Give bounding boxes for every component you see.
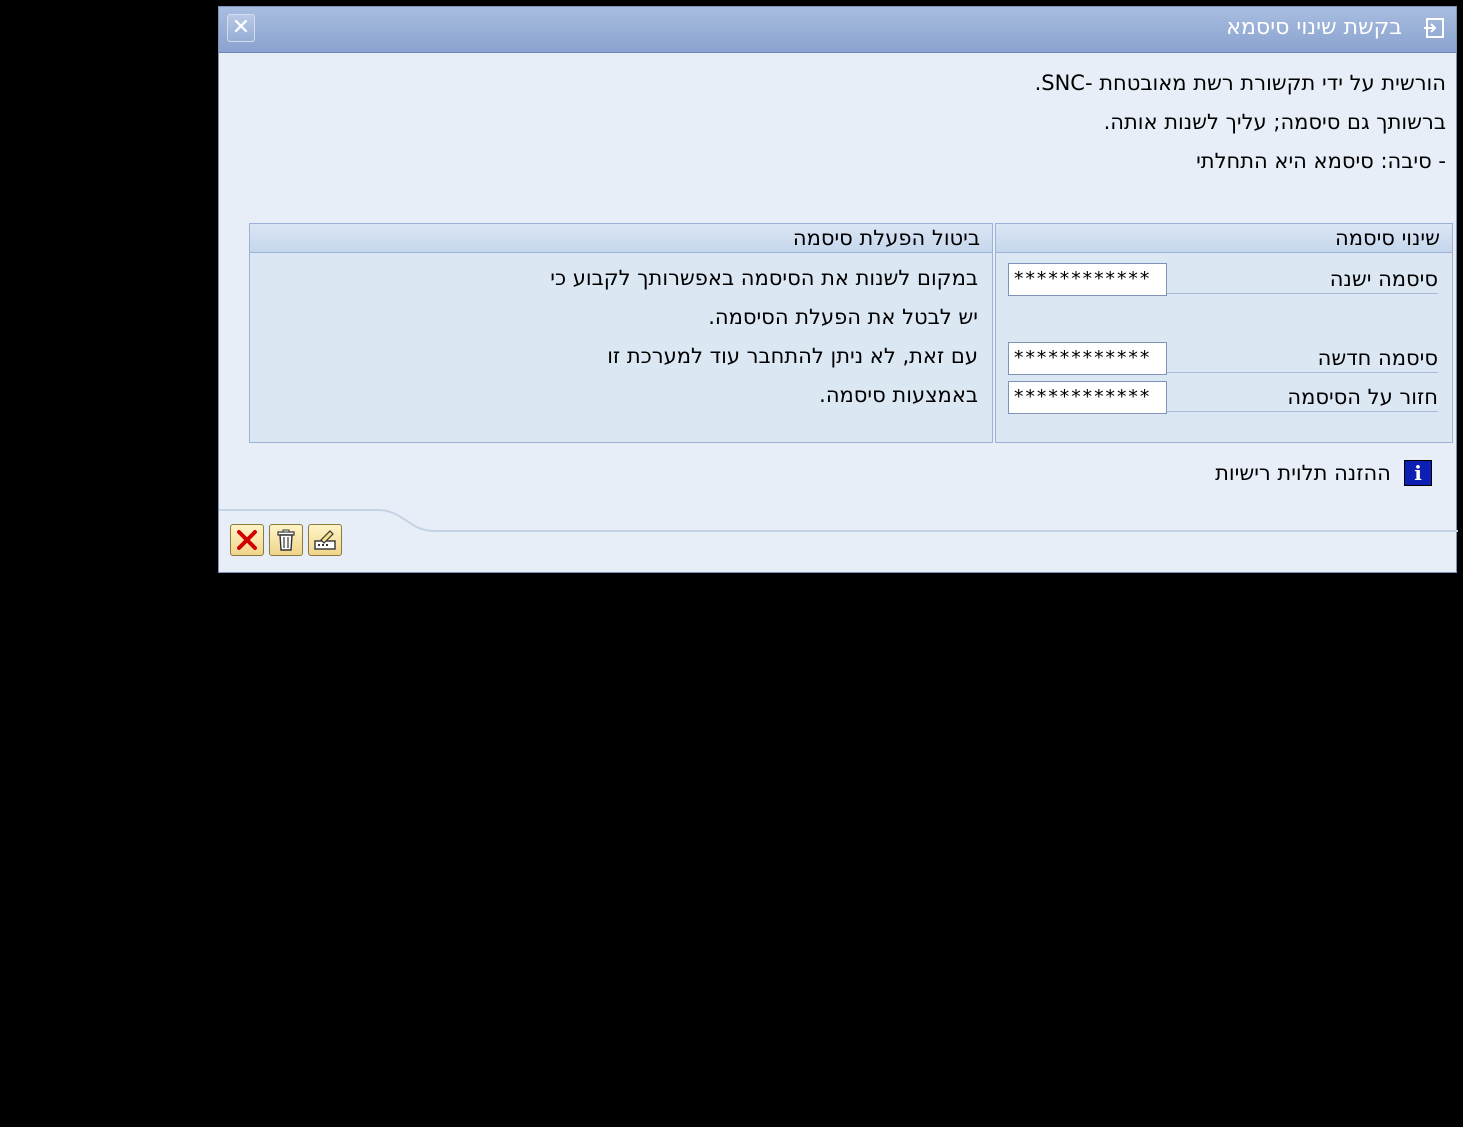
message-line-1: הורשית על ידי תקשורת רשת מאובטחת -SNC. bbox=[1034, 71, 1446, 95]
message-line-2: ברשותך גם סיסמה; עליך לשנות אותה. bbox=[1103, 110, 1446, 134]
dialog-title: בקשת שינוי סיסמא bbox=[1226, 15, 1402, 40]
window-icon bbox=[1424, 18, 1444, 38]
new-password-label: סיסמה חדשה bbox=[1166, 340, 1438, 373]
change-password-group-title: שינוי סיסמה bbox=[996, 224, 1452, 253]
dialog-footer bbox=[219, 505, 1458, 572]
delete-button[interactable] bbox=[269, 524, 303, 556]
deactivate-password-group-title: ביטול הפעלת סיסמה bbox=[250, 224, 992, 253]
deactivate-text-line-4: באמצעות סיסמה. bbox=[819, 383, 978, 407]
deactivate-password-icon bbox=[314, 530, 336, 550]
old-password-field[interactable]: ************ bbox=[1008, 263, 1167, 296]
close-icon: ✕ bbox=[231, 15, 251, 40]
case-sensitive-hint: i ההזנה תלוית רישיות bbox=[1215, 460, 1432, 490]
deactivate-text-line-1: במקום לשנות את הסיסמה באפשרותך לקבוע כי bbox=[550, 266, 978, 290]
message-line-3: - סיבה: סיסמא היא התחלתי bbox=[1196, 149, 1446, 173]
deactivate-text-line-2: יש לבטל את הפעלת הסיסמה. bbox=[708, 305, 978, 329]
repeat-password-label: חזור על הסיסמה bbox=[1166, 379, 1438, 412]
cancel-icon bbox=[237, 530, 257, 550]
old-password-label: סיסמה ישנה bbox=[1166, 261, 1438, 294]
change-password-group: שינוי סיסמה סיסמה ישנה ************ סיסמ… bbox=[995, 223, 1453, 443]
case-sensitive-text: ההזנה תלוית רישיות bbox=[1215, 461, 1391, 485]
info-icon: i bbox=[1404, 460, 1432, 486]
footer-divider bbox=[219, 509, 1458, 532]
trash-icon bbox=[277, 529, 295, 551]
deactivate-text-line-3: עם זאת, לא ניתן להתחבר עוד למערכת זו bbox=[607, 344, 978, 368]
deactivate-password-button[interactable] bbox=[308, 524, 342, 556]
change-password-dialog: בקשת שינוי סיסמא ✕ הורשית על ידי תקשורת … bbox=[218, 6, 1458, 573]
dialog-titlebar[interactable]: בקשת שינוי סיסמא ✕ bbox=[219, 7, 1456, 53]
close-button[interactable]: ✕ bbox=[227, 14, 255, 42]
cancel-button[interactable] bbox=[230, 524, 264, 556]
deactivate-password-group: ביטול הפעלת סיסמה במקום לשנות את הסיסמה … bbox=[249, 223, 993, 443]
new-password-field[interactable]: ************ bbox=[1008, 342, 1167, 375]
repeat-password-field[interactable]: ************ bbox=[1008, 381, 1167, 414]
